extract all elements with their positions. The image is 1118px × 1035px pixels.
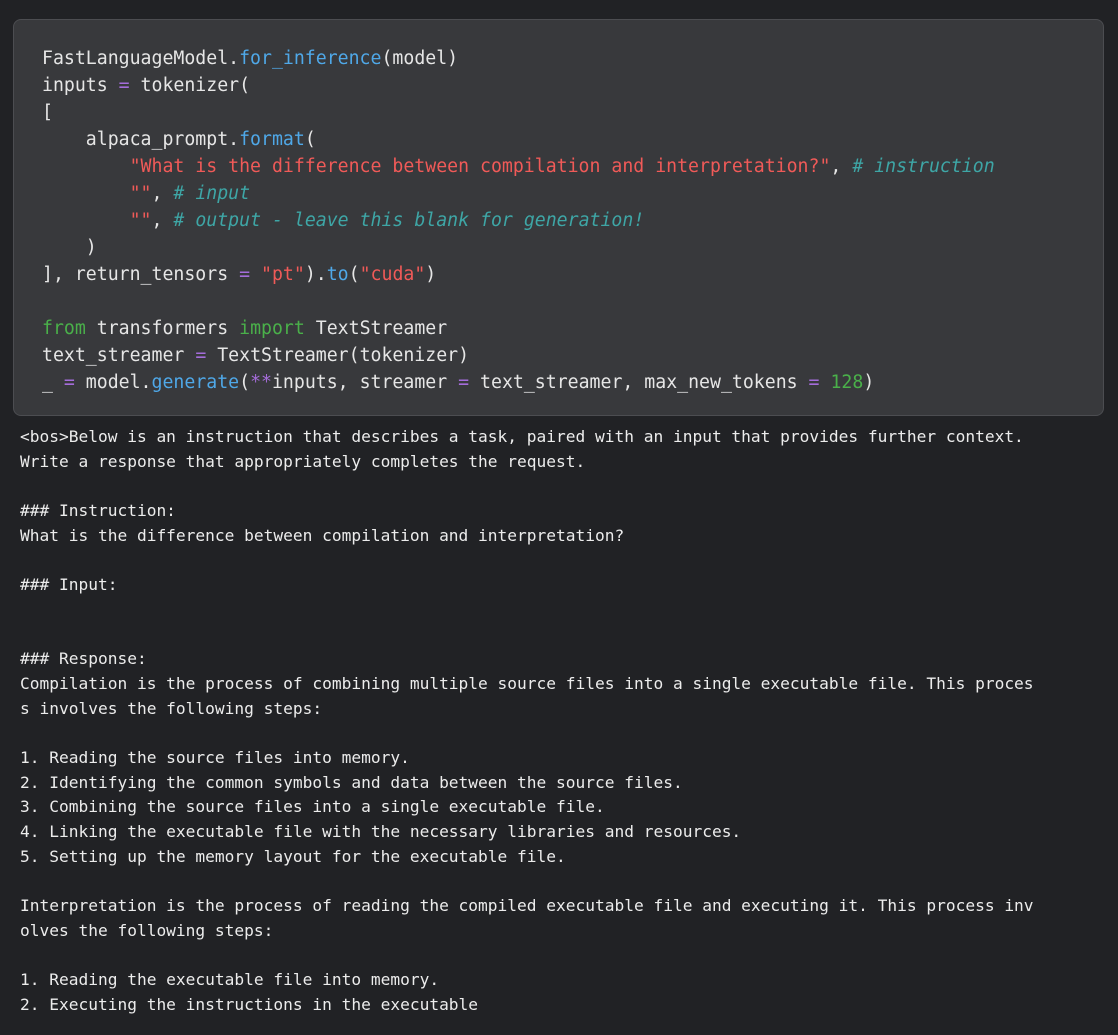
operator-token: =	[808, 372, 820, 393]
code-token: transformers	[85, 318, 240, 339]
code-token: _	[42, 372, 64, 393]
output-line: <bos>Below is an instruction that descri…	[20, 427, 1024, 446]
code-token: (model)	[381, 48, 459, 69]
code-token: (	[304, 129, 316, 150]
string-token: "What is the difference between compilat…	[129, 156, 831, 177]
method-token: to	[326, 264, 349, 285]
comment-token: # instruction	[852, 156, 995, 177]
code-token: [	[42, 102, 53, 123]
code-token: (	[348, 264, 360, 285]
string-token: ""	[129, 183, 152, 204]
code-token: (	[239, 372, 251, 393]
code-token: text_streamer, max_new_tokens	[469, 372, 809, 393]
output-line: s involves the following steps:	[20, 698, 323, 718]
keyword-token: import	[239, 318, 305, 339]
output-line: 2. Identifying the common symbols and da…	[20, 772, 683, 792]
operator-token: =	[118, 75, 130, 96]
comment-token: # output - leave this blank for generati…	[173, 210, 645, 231]
output-line: What is the difference between compilati…	[20, 525, 625, 545]
operator-token: **	[250, 372, 272, 393]
code-token: inputs, streamer	[271, 372, 459, 393]
code-line: "", # output - leave this blank for gene…	[42, 207, 995, 234]
code-line: "", # input	[42, 180, 995, 207]
code-line: "What is the difference between compilat…	[42, 153, 995, 180]
operator-token: =	[239, 264, 251, 285]
code-token: TextStreamer	[304, 318, 448, 339]
code-token: FastLanguageModel.	[42, 48, 240, 69]
output-line: Interpretation is the process of reading…	[20, 896, 1034, 916]
output-line: 5. Setting up the memory layout for the …	[20, 846, 566, 866]
output-line: 4. Linking the executable file with the …	[20, 822, 742, 841]
code-token: ,	[830, 156, 853, 177]
string-token: ""	[129, 210, 152, 231]
output-line: olves the following steps:	[20, 920, 274, 940]
output-line: 3. Combining the source files into a sin…	[20, 797, 605, 817]
code-line: )	[42, 234, 995, 261]
code-editor[interactable]: FastLanguageModel.for_inference(model) in…	[42, 45, 995, 396]
code-token: model.	[74, 372, 152, 393]
code-token: ,	[151, 183, 174, 204]
code-line: FastLanguageModel.for_inference(model)	[42, 45, 995, 72]
code-token: inputs	[42, 75, 119, 96]
code-token: )	[863, 372, 875, 393]
code-line: _ = model.generate(**inputs, streamer = …	[42, 369, 995, 396]
code-line: text_streamer = TextStreamer(tokenizer)	[42, 342, 995, 369]
output-line: Write a response that appropriately comp…	[20, 451, 586, 471]
operator-token: =	[63, 372, 75, 393]
output-line: ### Instruction:	[20, 501, 176, 521]
code-token: )	[425, 264, 437, 285]
code-token: tokenizer(	[129, 75, 251, 96]
operator-token: =	[195, 345, 207, 366]
output-line: 1. Reading the executable file into memo…	[20, 970, 440, 990]
code-line: ], return_tensors = "pt").to("cuda")	[42, 261, 995, 288]
code-token: text_streamer	[42, 345, 196, 366]
code-token: TextStreamer(tokenizer)	[206, 345, 470, 366]
cell-output: <bos>Below is an instruction that descri…	[20, 425, 1034, 1018]
code-token: ,	[151, 210, 174, 231]
method-token: for_inference	[239, 48, 382, 69]
string-token: "pt"	[261, 264, 305, 285]
output-line: 2. Executing the instructions in the exe…	[20, 994, 479, 1014]
code-token: alpaca_prompt.	[42, 129, 240, 150]
code-line: [	[42, 99, 995, 126]
code-cell[interactable]: FastLanguageModel.for_inference(model) in…	[13, 19, 1104, 416]
string-token: "cuda"	[359, 264, 426, 285]
method-token: format	[239, 129, 305, 150]
code-line: inputs = tokenizer(	[42, 72, 995, 99]
operator-token: =	[458, 372, 470, 393]
comment-token: # input	[173, 183, 251, 204]
code-token: ).	[304, 264, 327, 285]
output-line: Compilation is the process of combining …	[20, 673, 1034, 693]
code-line: alpaca_prompt.format(	[42, 126, 995, 153]
output-line: ### Input:	[20, 575, 118, 595]
code-line: from transformers import TextStreamer	[42, 315, 995, 342]
output-line: ### Response:	[20, 649, 147, 669]
method-token: generate	[151, 372, 240, 393]
code-token: ], return_tensors	[42, 264, 240, 285]
code-token: )	[42, 237, 97, 258]
number-token: 128	[830, 372, 864, 393]
keyword-token: from	[42, 318, 86, 339]
output-line: 1. Reading the source files into memory.	[20, 747, 410, 767]
